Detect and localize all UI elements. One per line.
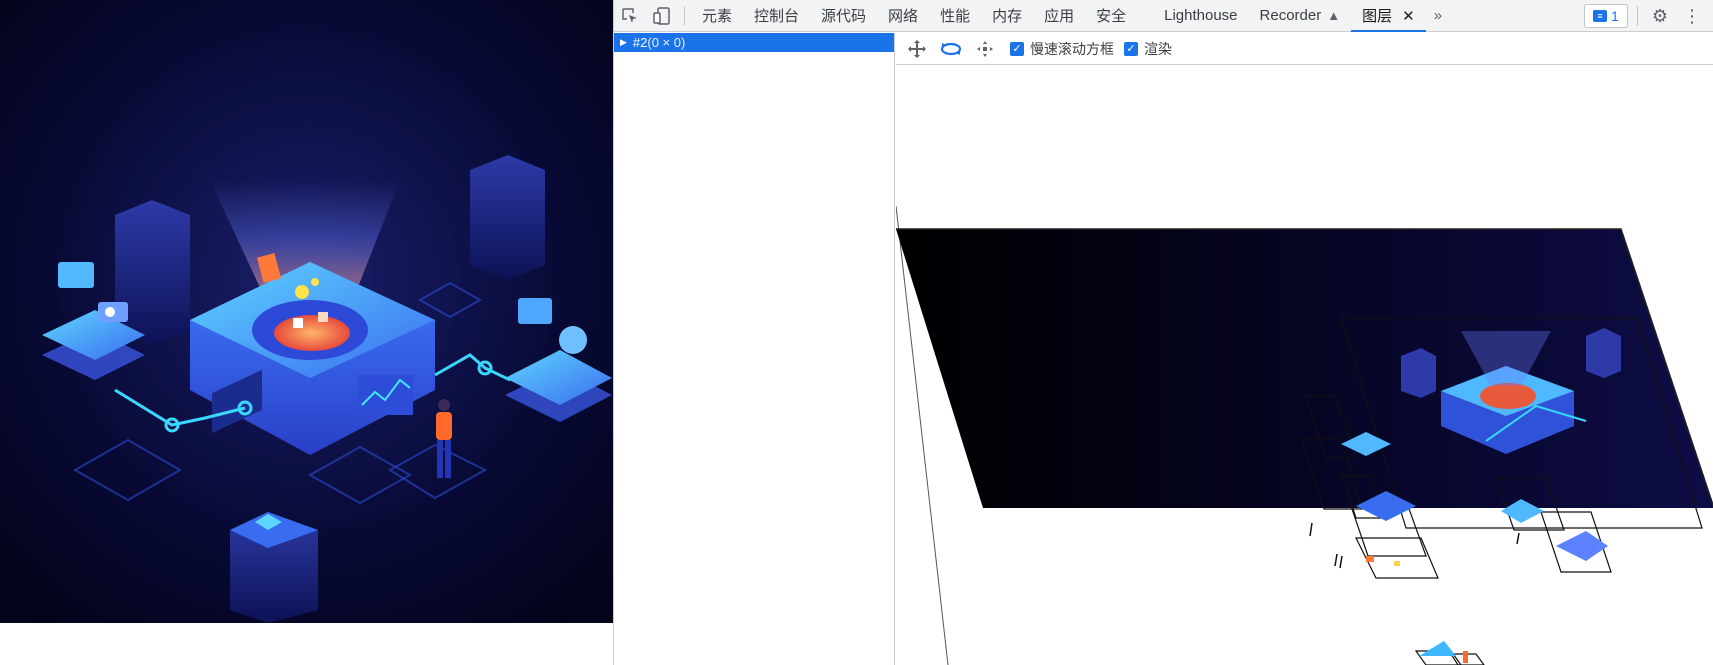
tab-recorder[interactable]: Recorder ▲ [1249, 0, 1352, 32]
isometric-illustration [0, 0, 613, 623]
tab-sources[interactable]: 源代码 [810, 0, 877, 32]
tab-label: Lighthouse [1164, 7, 1238, 24]
devtools-panel: 元素 控制台 源代码 网络 性能 内存 应用 安全 Lighthouse Rec… [613, 0, 1713, 665]
checkbox-label: 慢速滚动方框 [1030, 40, 1114, 57]
layers-canvas[interactable] [896, 66, 1713, 665]
tab-network[interactable]: 网络 [877, 0, 929, 32]
layer-id: #2 [632, 35, 648, 50]
toolbar-separator [1637, 6, 1638, 26]
tab-label: 性能 [940, 8, 971, 25]
tab-layers[interactable]: 图层 ✕ [1351, 0, 1426, 32]
expand-triangle-icon[interactable]: ▶ [620, 37, 627, 48]
checkbox[interactable]: ✓ [1010, 41, 1024, 56]
reset-transform-icon[interactable] [970, 36, 1000, 62]
tab-label: Recorder [1259, 7, 1322, 24]
tab-memory[interactable]: 内存 [981, 0, 1033, 32]
tab-elements[interactable]: 元素 [691, 0, 743, 32]
tab-label: 应用 [1044, 8, 1075, 25]
layer-tree: ▶ #2 (0 × 0) [614, 33, 895, 665]
illustration-svg [0, 0, 613, 623]
tab-lighthouse[interactable]: Lighthouse [1153, 0, 1248, 32]
flask-icon: ▲ [1327, 8, 1341, 23]
inspect-element-icon[interactable] [614, 0, 646, 32]
more-tabs-icon[interactable]: » [1426, 7, 1450, 24]
paints-toggle[interactable]: ✓ 渲染 [1124, 39, 1172, 59]
issues-badge[interactable]: ≡ 1 [1584, 4, 1628, 28]
tab-label: 源代码 [821, 8, 867, 25]
close-icon[interactable]: ✕ [1402, 7, 1415, 25]
screen: 元素 控制台 源代码 网络 性能 内存 应用 安全 Lighthouse Rec… [0, 0, 1713, 665]
kebab-menu-icon[interactable]: ⋮ [1682, 4, 1702, 28]
devtools-tabbar: 元素 控制台 源代码 网络 性能 内存 应用 安全 Lighthouse Rec… [614, 0, 1713, 32]
issues-count: 1 [1611, 8, 1619, 24]
layer-size: (0 × 0) [647, 35, 686, 50]
tab-console[interactable]: 控制台 [743, 0, 810, 32]
layers-3d-render [896, 205, 1713, 665]
layers-toolbar: ✓ 慢速滚动方框 ✓ 渲染 [896, 33, 1713, 65]
tab-label: 内存 [992, 8, 1023, 25]
tab-label: 网络 [888, 8, 919, 25]
issue-icon: ≡ [1593, 10, 1607, 22]
page-viewport [0, 0, 613, 665]
tab-security[interactable]: 安全 [1085, 0, 1137, 32]
toolbar-separator [684, 5, 685, 26]
checkbox[interactable]: ✓ [1124, 41, 1138, 56]
slow-scroll-rects-toggle[interactable]: ✓ 慢速滚动方框 [1010, 39, 1114, 59]
tab-label: 图层 [1362, 8, 1393, 25]
tab-application[interactable]: 应用 [1033, 0, 1085, 32]
pan-mode-icon[interactable] [902, 36, 932, 62]
tab-label: 安全 [1096, 8, 1127, 25]
tab-label: 元素 [702, 8, 733, 25]
rotate-mode-icon[interactable] [936, 36, 966, 62]
checkbox-label: 渲染 [1144, 40, 1172, 57]
device-toolbar-icon[interactable] [646, 0, 678, 32]
layers-3d-view: ✓ 慢速滚动方框 ✓ 渲染 [896, 33, 1713, 665]
tab-label: 控制台 [754, 8, 800, 25]
layer-tree-item[interactable]: ▶ #2 (0 × 0) [614, 33, 894, 52]
tab-performance[interactable]: 性能 [929, 0, 981, 32]
gear-icon[interactable]: ⚙ [1648, 4, 1672, 28]
